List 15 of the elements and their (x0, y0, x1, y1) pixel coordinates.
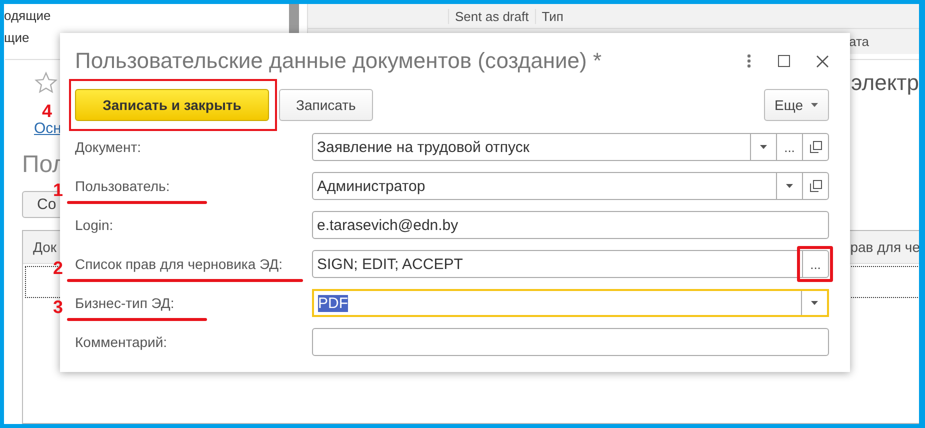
annotation-number: 3 (53, 297, 64, 318)
dialog-title: Пользовательские данные документов (создание) * (75, 48, 603, 74)
annotation-number: 4 (42, 101, 52, 122)
field-label: Документ: (75, 139, 141, 155)
column-header: рав для че (850, 239, 919, 255)
annotation-number: 2 (53, 258, 64, 279)
field-label: Список прав для черновика ЭД: (75, 256, 282, 272)
column-header: Док (33, 239, 57, 255)
field-label: Login: (75, 217, 114, 233)
field-label: Комментарий: (75, 334, 168, 350)
field-label: Бизнес-тип ЭД: (75, 295, 174, 311)
field-label: Пользователь: (75, 178, 170, 194)
column-header: Тип (534, 8, 570, 24)
column-header: Sent as draft (448, 8, 535, 24)
window-title: электр (851, 70, 919, 96)
